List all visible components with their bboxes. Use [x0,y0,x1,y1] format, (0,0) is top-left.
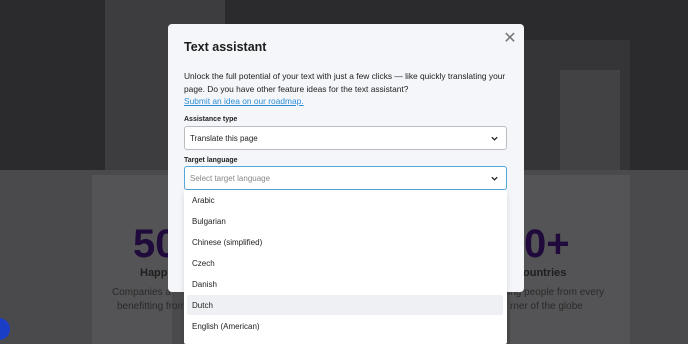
submit-idea-link[interactable]: Submit an idea on our roadmap. [184,96,304,106]
language-option-bulgarian[interactable]: Bulgarian [187,211,503,231]
assistance-type-select[interactable]: Translate this page [184,126,507,150]
assistance-type-value: Translate this page [190,133,258,143]
assistance-type-label: Assistance type [184,116,238,123]
language-option-chinese-simplified[interactable]: Chinese (simplified) [187,232,503,252]
background-stat-text: rner of the globe [510,301,583,312]
target-language-label: Target language [184,157,238,164]
language-option-dutch[interactable]: Dutch [187,295,503,315]
modal-description: Unlock the full potential of your text w… [184,71,506,94]
close-icon: ✕ [503,30,517,47]
target-language-placeholder: Select target language [190,173,271,183]
language-option-arabic[interactable]: Arabic [187,190,503,210]
target-language-select[interactable]: Select target language [184,166,507,190]
modal-title: Text assistant [184,40,267,54]
language-option-english-american[interactable]: English (American) [187,316,503,336]
language-option-czech[interactable]: Czech [187,253,503,273]
chevron-down-icon [491,136,498,141]
close-button[interactable]: ✕ [502,31,518,47]
background-stat-number: 0+ [524,222,570,266]
background-stat-text: benefitting from [117,301,186,312]
language-dropdown-list[interactable]: Arabic Bulgarian Chinese (simplified) Cz… [184,190,507,344]
background-stat-label: Happ [140,267,168,279]
language-option-danish[interactable]: Danish [187,274,503,294]
chevron-down-icon [491,176,498,181]
background-stat-label: ountries [523,267,567,279]
background-stat-text: Companies a [112,287,171,298]
background-building-shape [560,70,620,170]
